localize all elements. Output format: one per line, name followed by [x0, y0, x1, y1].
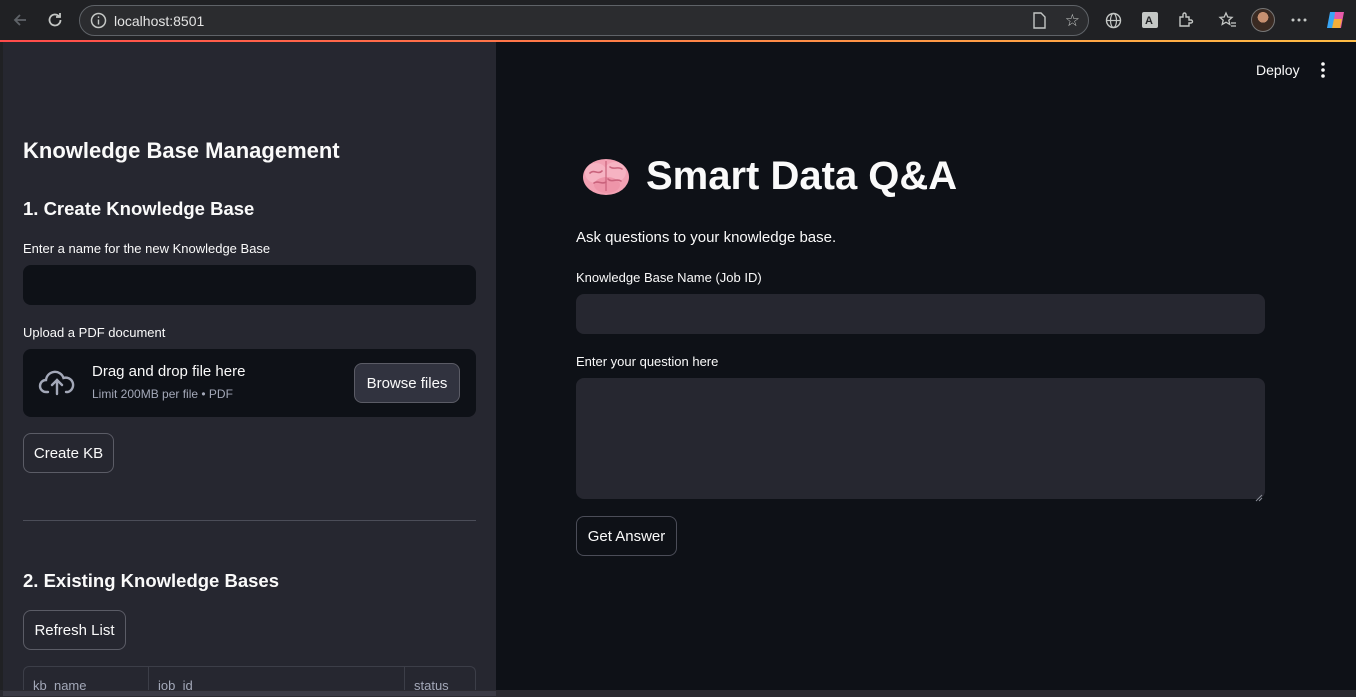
create-kb-heading: 1. Create Knowledge Base [23, 198, 255, 219]
immersive-reader-icon[interactable]: A [1139, 9, 1161, 31]
address-bar[interactable]: localhost:8501 ☆ [79, 5, 1089, 36]
extensions-icon[interactable] [1175, 9, 1197, 31]
sidebar-title: Knowledge Base Management [23, 138, 340, 163]
scrollbar-thumb[interactable] [3, 691, 496, 696]
back-arrow-icon[interactable] [6, 6, 34, 34]
profile-avatar[interactable] [1251, 8, 1275, 32]
refresh-list-button[interactable]: Refresh List [23, 610, 126, 650]
file-limit-text: Limit 200MB per file • PDF [92, 387, 233, 401]
browser-toolbar: localhost:8501 ☆ A [0, 0, 1356, 40]
file-uploader-dropzone[interactable]: Drag and drop file here Limit 200MB per … [23, 349, 476, 417]
column-header-status[interactable]: status [405, 667, 475, 690]
question-textarea[interactable] [576, 378, 1265, 499]
copilot-icon[interactable] [1325, 9, 1347, 31]
page-title-text: Smart Data Q&A [646, 154, 958, 198]
upload-label: Upload a PDF document [23, 325, 166, 340]
kb-table-header: kb_name job_id status [23, 666, 476, 690]
drop-text: Drag and drop file here [92, 363, 246, 380]
column-header-job-id[interactable]: job_id [149, 667, 405, 690]
sidebar: Knowledge Base Management 1. Create Know… [3, 42, 496, 690]
deploy-button[interactable]: Deploy [1256, 62, 1300, 78]
column-header-kb-name[interactable]: kb_name [24, 667, 149, 690]
horizontal-scrollbar[interactable] [0, 690, 1356, 697]
section-divider [23, 520, 476, 521]
more-options-icon[interactable] [1288, 9, 1310, 31]
page-icon[interactable] [1032, 12, 1046, 34]
browse-files-button[interactable]: Browse files [354, 363, 460, 403]
kb-job-id-label: Knowledge Base Name (Job ID) [576, 270, 762, 285]
question-label: Enter your question here [576, 354, 719, 369]
reload-icon[interactable] [41, 6, 69, 34]
favorite-star-icon[interactable]: ☆ [1065, 11, 1080, 31]
kb-name-label: Enter a name for the new Knowledge Base [23, 241, 271, 256]
existing-kb-heading: 2. Existing Knowledge Bases [23, 570, 279, 591]
textarea-resize-handle[interactable] [1255, 489, 1263, 502]
kb-name-input[interactable] [23, 265, 476, 305]
svg-text:A: A [1145, 15, 1153, 27]
get-answer-button[interactable]: Get Answer [576, 516, 677, 556]
cloud-upload-icon [38, 367, 76, 397]
main-menu-icon[interactable] [1318, 61, 1328, 79]
page-title: Smart Data Q&A [580, 154, 957, 199]
brain-icon [580, 155, 632, 199]
kb-job-id-input[interactable] [576, 294, 1265, 334]
translate-globe-icon[interactable] [1102, 9, 1124, 31]
main-content: Deploy Smart Data Q&A Ask questions to y… [496, 42, 1356, 690]
url-text[interactable]: localhost:8501 [114, 13, 204, 29]
favorites-icon[interactable] [1216, 9, 1238, 31]
page-subtitle: Ask questions to your knowledge base. [576, 229, 837, 246]
site-info-icon[interactable] [90, 12, 107, 29]
create-kb-button[interactable]: Create KB [23, 433, 114, 473]
